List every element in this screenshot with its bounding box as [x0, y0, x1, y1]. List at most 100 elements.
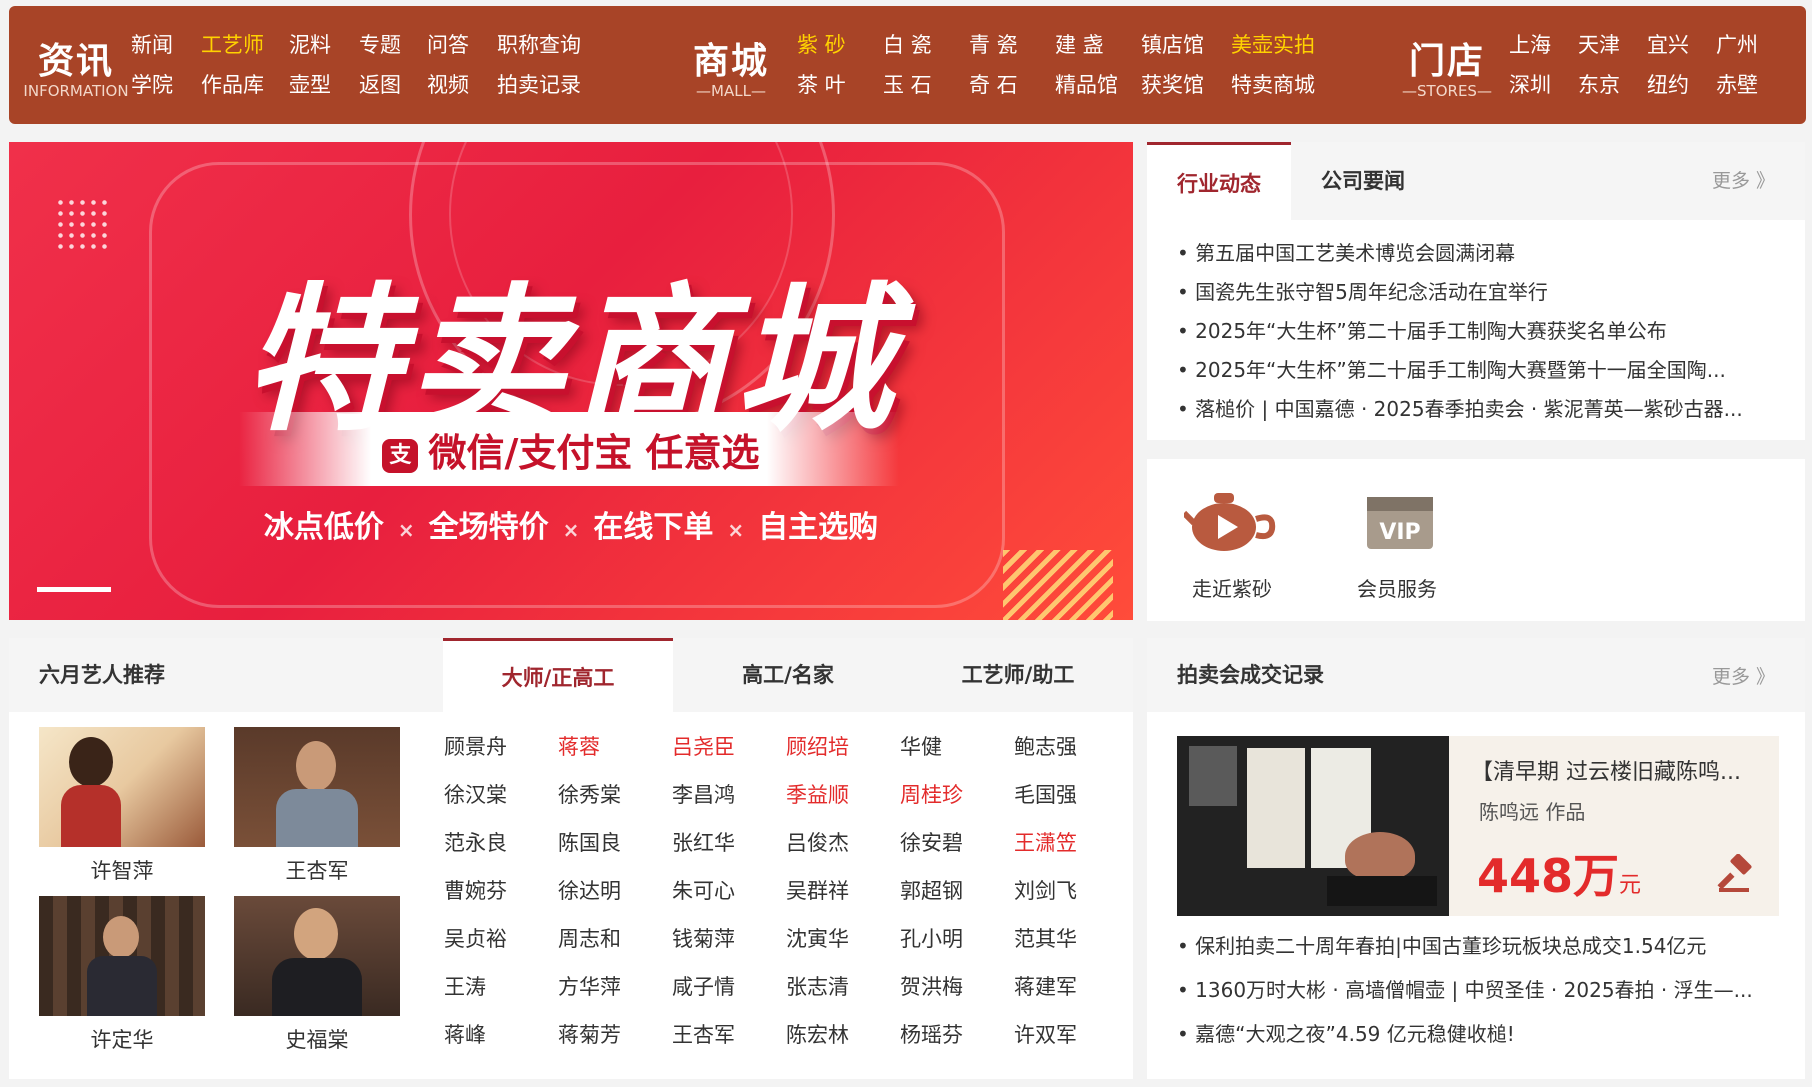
nav-info-link[interactable]: 专题: [359, 32, 427, 58]
artist-name-link[interactable]: 徐秀棠: [558, 778, 672, 812]
nav-mall-link[interactable]: 青 瓷: [969, 32, 1055, 58]
artist-name-link[interactable]: 范其华: [1014, 922, 1128, 956]
nav-info-link[interactable]: 工艺师: [201, 32, 289, 58]
artist-name-link[interactable]: 吴群祥: [786, 874, 900, 908]
artist-name-link[interactable]: 王潇笠: [1014, 826, 1128, 860]
nav-info-link[interactable]: 作品库: [201, 72, 289, 98]
artist-name-link[interactable]: 蒋蓉: [558, 730, 672, 764]
tab-industry-news[interactable]: 行业动态: [1147, 142, 1291, 220]
artist-name-link[interactable]: 季益顺: [786, 778, 900, 812]
tab-craftsmen[interactable]: 工艺师/助工: [903, 638, 1133, 712]
artist-name-link[interactable]: 徐安碧: [900, 826, 1014, 860]
auction-news-item[interactable]: 嘉德“大观之夜”4.59 亿元稳健收槌!: [1177, 1012, 1775, 1056]
artist-name-link[interactable]: 吕俊杰: [786, 826, 900, 860]
artist-name-link[interactable]: 顾绍培: [786, 730, 900, 764]
news-item[interactable]: 国瓷先生张守智5周年纪念活动在宜举行: [1177, 273, 1775, 312]
artist-name-link[interactable]: 孔小明: [900, 922, 1014, 956]
artist-name-link[interactable]: 张红华: [672, 826, 786, 860]
nav-mall-link[interactable]: 玉 石: [883, 72, 969, 98]
nav-mall-link[interactable]: 建 盏: [1055, 32, 1141, 58]
artist-name-link[interactable]: 吴贞裕: [444, 922, 558, 956]
artist-name-link[interactable]: 方华萍: [558, 970, 672, 1004]
artist-name-link[interactable]: 沈寅华: [786, 922, 900, 956]
artist-name-link[interactable]: 钱菊萍: [672, 922, 786, 956]
nav-info-link[interactable]: 问答: [427, 32, 497, 58]
nav-mall-link[interactable]: 茶 叶: [797, 72, 883, 98]
nav-stores-link[interactable]: 赤壁: [1716, 72, 1776, 98]
artist-name-link[interactable]: 张志清: [786, 970, 900, 1004]
nav-stores-link[interactable]: 纽约: [1647, 72, 1716, 98]
artist-name-link[interactable]: 徐达明: [558, 874, 672, 908]
artist-name-link[interactable]: 蒋峰: [444, 1018, 558, 1052]
nav-stores-link[interactable]: 宜兴: [1647, 32, 1716, 58]
nav-mall-title[interactable]: 商城: [676, 32, 786, 84]
auction-more-link[interactable]: 更多 》: [1712, 662, 1775, 689]
news-item[interactable]: 落槌价 | 中国嘉德 · 2025春季拍卖会 · 紫泥菁英—紫砂古器...: [1177, 390, 1775, 429]
nav-mall-link[interactable]: 获奖馆: [1141, 72, 1231, 98]
featured-artist[interactable]: 王杏军: [234, 727, 400, 885]
promo-banner[interactable]: 特卖商城 支微信/支付宝 任意选 冰点低价 × 全场特价 × 在线下单 × 自主选购: [9, 142, 1133, 620]
artist-name-link[interactable]: 王杏军: [672, 1018, 786, 1052]
news-more-link[interactable]: 更多 》: [1712, 166, 1775, 193]
tab-company-news[interactable]: 公司要闻: [1291, 142, 1435, 220]
carousel-indicator[interactable]: [37, 587, 111, 592]
nav-mall-link[interactable]: 美壶实拍: [1231, 32, 1321, 58]
artist-name-link[interactable]: 杨瑶芬: [900, 1018, 1014, 1052]
featured-artist[interactable]: 史福棠: [234, 896, 400, 1054]
nav-mall-link[interactable]: 精品馆: [1055, 72, 1141, 98]
auction-news-item[interactable]: 保利拍卖二十周年春拍|中国古董珍玩板块总成交1.54亿元: [1177, 924, 1775, 968]
artist-name-link[interactable]: 王涛: [444, 970, 558, 1004]
nav-info-link[interactable]: 壶型: [289, 72, 359, 98]
nav-mall-link[interactable]: 紫 砂: [797, 32, 883, 58]
auction-news-item[interactable]: 1360万时大彬 · 高墙僧帽壶 | 中贸圣佳 · 2025春拍 · 浮生—..…: [1177, 968, 1775, 1012]
artist-name-link[interactable]: 周志和: [558, 922, 672, 956]
artist-name-link[interactable]: 陈宏林: [786, 1018, 900, 1052]
nav-stores-link[interactable]: 广州: [1716, 32, 1776, 58]
nav-info-link[interactable]: 学院: [131, 72, 201, 98]
news-item[interactable]: 2025年“大生杯”第二十届手工制陶大赛获奖名单公布: [1177, 312, 1775, 351]
nav-info-link[interactable]: 新闻: [131, 32, 201, 58]
artist-name-link[interactable]: 蒋菊芳: [558, 1018, 672, 1052]
featured-artist[interactable]: 许智萍: [39, 727, 205, 885]
nav-mall-link[interactable]: 奇 石: [969, 72, 1055, 98]
nav-info-link[interactable]: 返图: [359, 72, 427, 98]
nav-info-link[interactable]: 拍卖记录: [497, 72, 587, 98]
nav-stores-title[interactable]: 门店: [1392, 32, 1502, 84]
artist-name-link[interactable]: 贺洪梅: [900, 970, 1014, 1004]
artist-name-link[interactable]: 顾景舟: [444, 730, 558, 764]
artist-name-link[interactable]: 吕尧臣: [672, 730, 786, 764]
nav-stores-link[interactable]: 东京: [1578, 72, 1647, 98]
artist-name-link[interactable]: 毛国强: [1014, 778, 1128, 812]
artist-name-link[interactable]: 郭超钢: [900, 874, 1014, 908]
news-item[interactable]: 2025年“大生杯”第二十届手工制陶大赛暨第十一届全国陶...: [1177, 351, 1775, 390]
nav-info-link[interactable]: 泥料: [289, 32, 359, 58]
nav-mall-link[interactable]: 特卖商城: [1231, 72, 1321, 98]
artist-name-link[interactable]: 徐汉棠: [444, 778, 558, 812]
artist-name-link[interactable]: 许双军: [1014, 1018, 1128, 1052]
nav-stores-link[interactable]: 上海: [1509, 32, 1578, 58]
nav-mall-link[interactable]: 白 瓷: [883, 32, 969, 58]
service-vip[interactable]: VIP 会员服务: [1342, 483, 1452, 602]
auction-lot-info[interactable]: 【清早期 过云楼旧藏陈鸣... 陈鸣远 作品 448万元: [1449, 736, 1779, 916]
nav-stores-link[interactable]: 深圳: [1509, 72, 1578, 98]
nav-info-link[interactable]: 职称查询: [497, 32, 587, 58]
artist-name-link[interactable]: 咸子情: [672, 970, 786, 1004]
nav-mall-link[interactable]: 镇店馆: [1141, 32, 1231, 58]
artist-name-link[interactable]: 曹婉芬: [444, 874, 558, 908]
tab-masters[interactable]: 大师/正高工: [443, 638, 673, 712]
artist-name-link[interactable]: 朱可心: [672, 874, 786, 908]
nav-stores-link[interactable]: 天津: [1578, 32, 1647, 58]
auction-lot-image[interactable]: [1177, 736, 1449, 916]
artist-name-link[interactable]: 蒋建军: [1014, 970, 1128, 1004]
artist-name-link[interactable]: 李昌鸿: [672, 778, 786, 812]
news-item[interactable]: 第五届中国工艺美术博览会圆满闭幕: [1177, 234, 1775, 273]
artist-name-link[interactable]: 周桂珍: [900, 778, 1014, 812]
tab-senior[interactable]: 高工/名家: [673, 638, 903, 712]
artist-name-link[interactable]: 刘剑飞: [1014, 874, 1128, 908]
service-zisha[interactable]: 走近紫砂: [1177, 483, 1287, 602]
nav-info-title[interactable]: 资讯: [21, 32, 131, 84]
featured-artist[interactable]: 许定华: [39, 896, 205, 1054]
artist-name-link[interactable]: 华健: [900, 730, 1014, 764]
artist-name-link[interactable]: 陈国良: [558, 826, 672, 860]
artist-name-link[interactable]: 鲍志强: [1014, 730, 1128, 764]
